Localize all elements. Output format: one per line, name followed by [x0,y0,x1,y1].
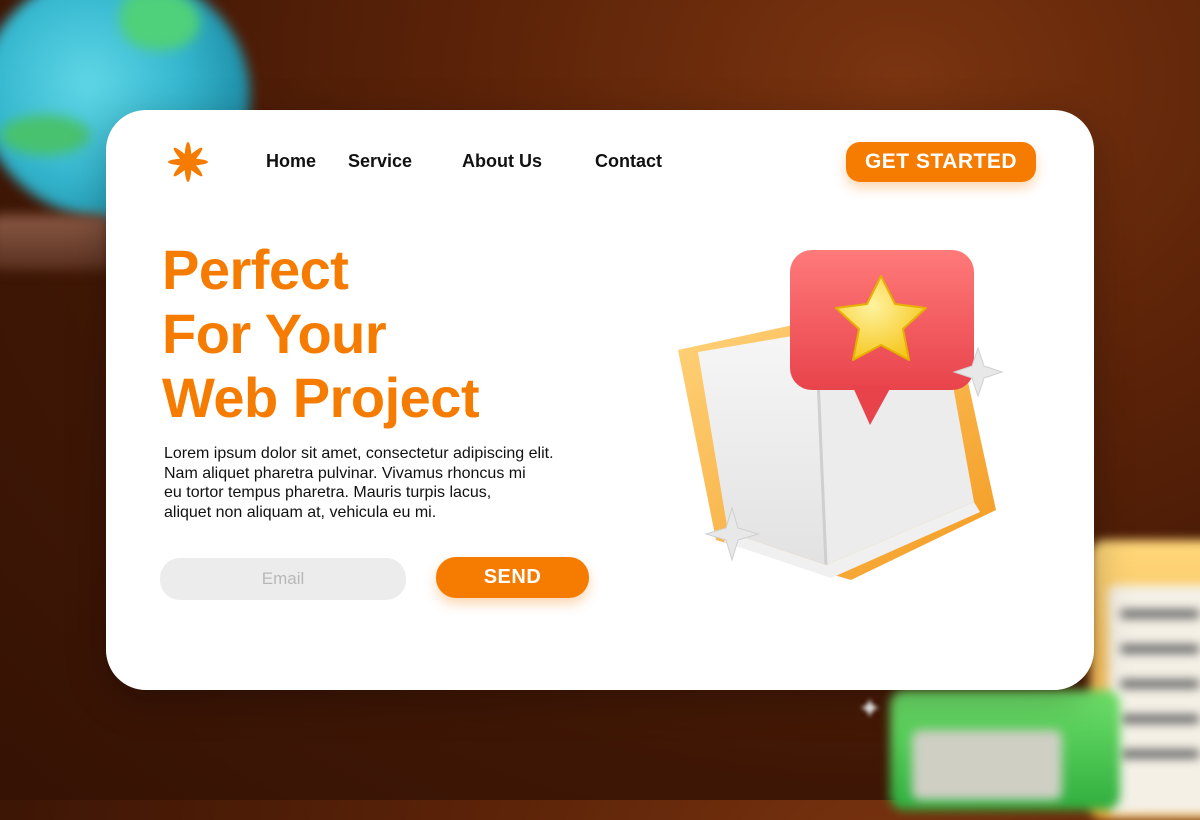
get-started-button[interactable]: GET STARTED [846,142,1036,182]
headline-line: Perfect [162,238,349,301]
nav-home-link[interactable]: Home [266,151,316,172]
nav-contact-link[interactable]: Contact [595,151,662,172]
headline-line: Web Project [162,366,480,429]
open-book-with-star-badge-icon [678,250,1004,580]
background-globe-stand [0,215,110,270]
nav-about-link[interactable]: About Us [462,151,542,172]
landing-card: Home Service About Us Contact GET STARTE… [106,110,1094,690]
background-sparkle-icon: ✦ [858,693,882,724]
asterisk-logo-icon[interactable] [164,138,212,186]
email-input[interactable] [160,558,406,600]
headline-line: For Your [162,302,387,365]
send-button[interactable]: SEND [436,557,589,598]
description-line: Nam aliquet pharetra pulvinar. Vivamus r… [164,464,526,482]
nav-service-link[interactable]: Service [348,151,412,172]
hero-headline: Perfect For Your Web Project [162,238,480,430]
background-books [890,690,1120,810]
description-line: eu tortor tempus pharetra. Mauris turpis… [164,484,492,501]
description-line: aliquet non aliquam at, vehicula eu mi. [164,503,437,521]
description-line: Lorem ipsum dolor sit amet, consectetur … [164,445,554,462]
hero-description: Lorem ipsum dolor sit amet, consectetur … [164,444,634,522]
